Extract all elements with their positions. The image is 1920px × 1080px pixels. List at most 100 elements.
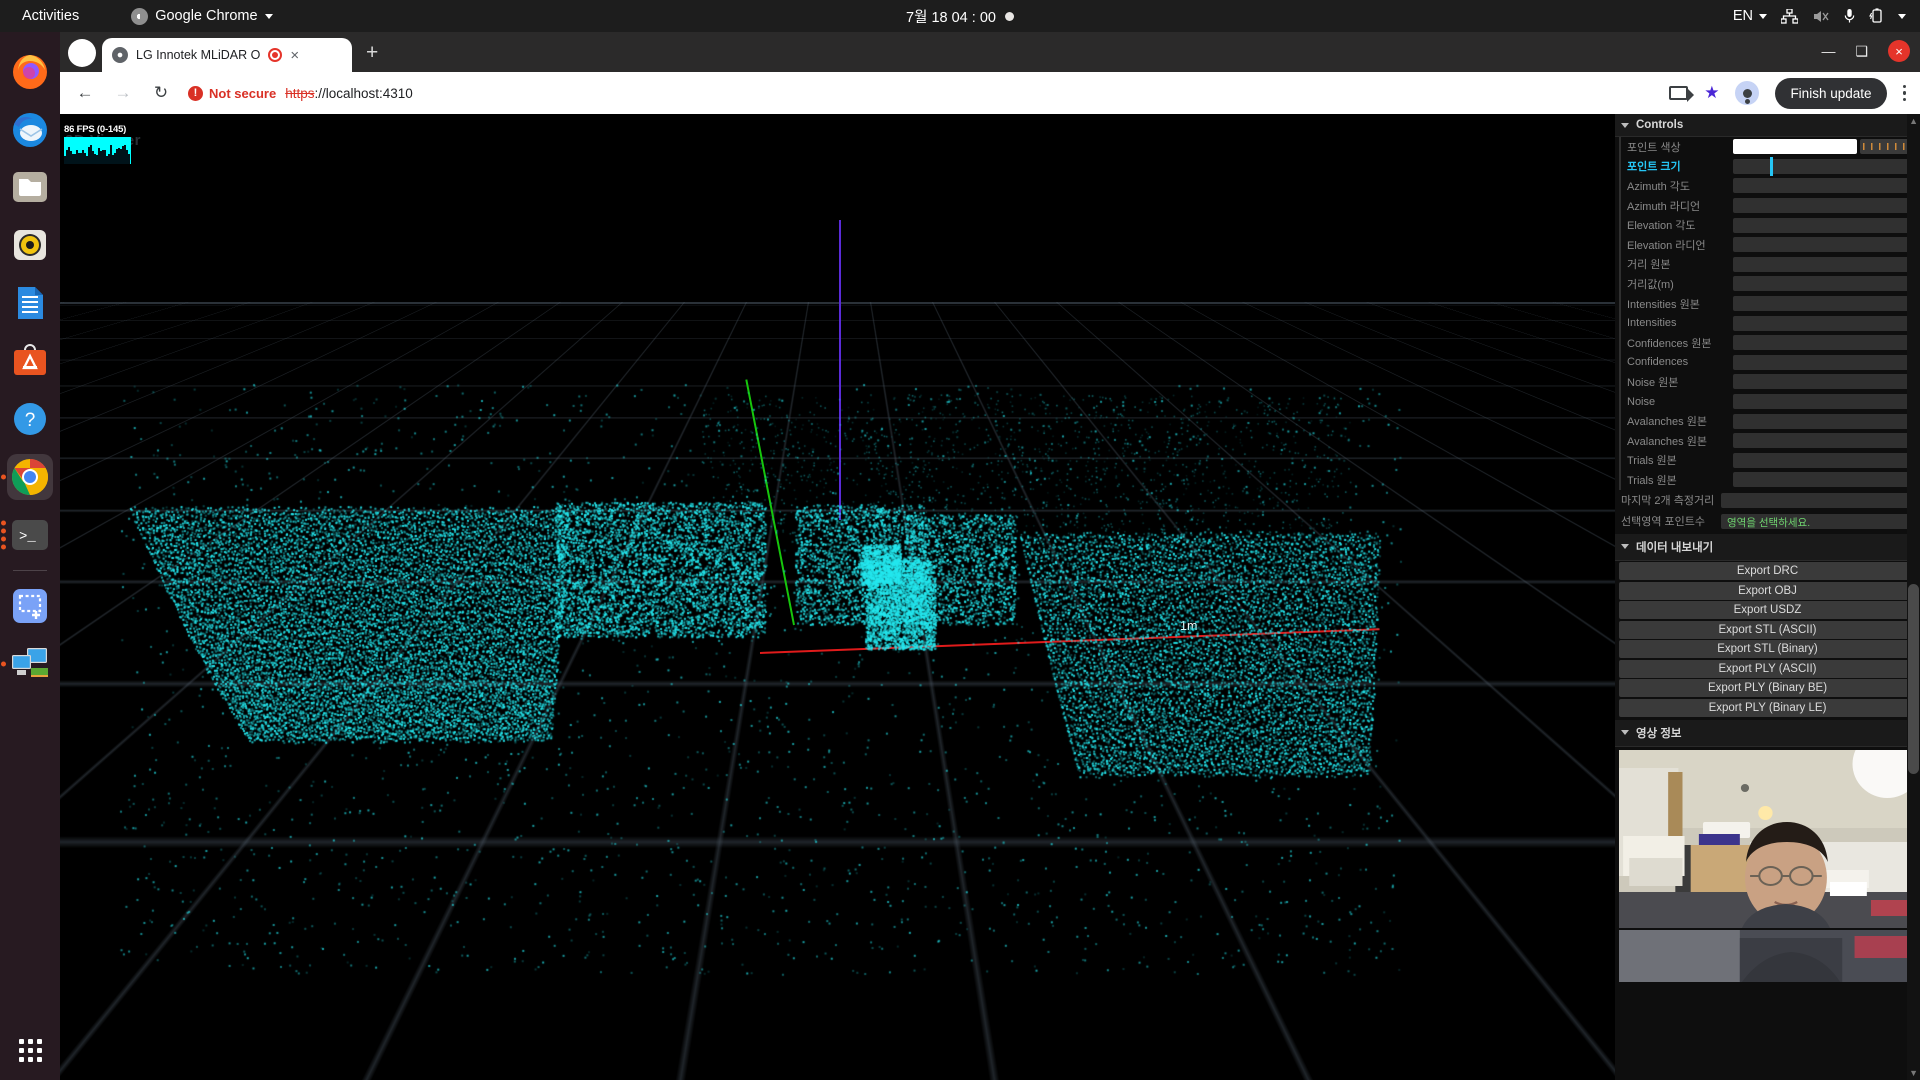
clock[interactable]: 7월 18 04 : 00 <box>906 6 1014 27</box>
dock-item-firefox[interactable] <box>7 48 53 94</box>
panel-scrollbar[interactable]: ▲ ▼ <box>1907 114 1920 1080</box>
control-row[interactable]: Intensities 원본 <box>1621 294 1920 314</box>
bookmark-star-icon[interactable]: ★ <box>1704 83 1719 103</box>
controls-section-header[interactable]: Controls <box>1615 114 1920 137</box>
control-row[interactable]: Elevation 라디언 <box>1621 235 1920 255</box>
dock-item-remote-display[interactable] <box>7 641 53 687</box>
not-secure-badge[interactable]: ! Not secure <box>188 86 276 101</box>
control-field[interactable] <box>1733 414 1910 429</box>
address-bar[interactable]: ! Not secure https://localhost:4310 <box>188 86 1653 101</box>
dock-item-screenshot[interactable] <box>7 583 53 629</box>
chrome-menu-button[interactable] <box>1903 85 1907 102</box>
dock-item-google-chrome[interactable] <box>7 454 53 500</box>
control-field[interactable] <box>1733 355 1910 370</box>
scrollbar-thumb[interactable] <box>1908 584 1919 774</box>
activities-button[interactable]: Activities <box>12 5 89 27</box>
scroll-up-icon[interactable]: ▲ <box>1909 116 1918 126</box>
new-tab-button[interactable]: + <box>366 41 378 65</box>
url-text: https://localhost:4310 <box>285 86 413 101</box>
back-button[interactable]: ← <box>74 83 96 103</box>
dock-item-files[interactable] <box>7 164 53 210</box>
control-row[interactable]: Azimuth 각도 <box>1621 176 1920 196</box>
control-row[interactable]: 거리값(m) <box>1621 274 1920 294</box>
chevron-down-icon[interactable] <box>1898 14 1906 19</box>
control-row[interactable]: Confidences 원본 <box>1621 333 1920 353</box>
export-button-export-usdz[interactable]: Export USDZ <box>1619 601 1916 619</box>
export-button-export-stl-binary[interactable]: Export STL (Binary) <box>1619 640 1916 658</box>
control-row[interactable]: Azimuth 라디언 <box>1621 196 1920 216</box>
dock-item-help[interactable]: ? <box>7 396 53 442</box>
summary-row: 마지막 2개 측정거리 <box>1615 490 1920 511</box>
window-controls: — ❑ × <box>1821 40 1910 62</box>
control-field[interactable] <box>1733 394 1910 409</box>
maximize-button[interactable]: ❑ <box>1855 43 1868 60</box>
video-section-header[interactable]: 영상 정보 <box>1615 720 1920 747</box>
slider-handle[interactable] <box>1770 157 1773 176</box>
finish-update-button[interactable]: Finish update <box>1775 78 1886 109</box>
clock-label: 7월 18 04 : 00 <box>906 6 996 27</box>
control-row[interactable]: 포인트 크기 0.027 <box>1621 157 1920 177</box>
control-row[interactable]: Noise <box>1621 392 1920 412</box>
favicon <box>112 47 128 63</box>
camera-preview[interactable] <box>1619 750 1916 982</box>
control-field[interactable] <box>1733 316 1910 331</box>
pointcloud-viewport[interactable]: 3D Viewer 86 FPS (0-145) 1m <box>60 114 1615 1080</box>
control-field[interactable] <box>1733 472 1910 487</box>
control-field[interactable] <box>1733 276 1910 291</box>
minimize-button[interactable]: — <box>1821 43 1835 59</box>
close-tab-icon[interactable]: × <box>290 47 299 64</box>
control-field[interactable] <box>1733 453 1910 468</box>
export-button-export-ply-binary-be[interactable]: Export PLY (Binary BE) <box>1619 679 1916 697</box>
show-applications-button[interactable] <box>19 1039 42 1062</box>
dock-item-libreoffice-writer[interactable] <box>7 280 53 326</box>
dock-item-rhythmbox[interactable] <box>7 222 53 268</box>
control-field[interactable] <box>1733 433 1910 448</box>
point-cloud-canvas[interactable] <box>60 114 1615 1080</box>
control-field[interactable] <box>1733 257 1910 272</box>
export-button-export-obj[interactable]: Export OBJ <box>1619 582 1916 600</box>
color-gradient-swatch[interactable] <box>1860 139 1910 154</box>
export-button-export-drc[interactable]: Export DRC <box>1619 562 1916 580</box>
control-field[interactable] <box>1733 374 1910 389</box>
tab-lidar-viewer[interactable]: LG Innotek MLiDAR O × <box>102 38 352 72</box>
control-field[interactable] <box>1733 296 1910 311</box>
control-row[interactable]: Trials 원본 <box>1621 451 1920 471</box>
export-button-export-ply-ascii[interactable]: Export PLY (ASCII) <box>1619 660 1916 678</box>
control-row[interactable]: Avalanches 원본 <box>1621 411 1920 431</box>
control-label: Avalanches 원본 <box>1627 433 1733 449</box>
close-window-button[interactable]: × <box>1888 40 1910 62</box>
export-section-header[interactable]: 데이터 내보내기 <box>1615 534 1920 561</box>
summary-list: 마지막 2개 측정거리 선택영역 포인트수 영역을 선택하세요. <box>1615 490 1920 532</box>
control-field[interactable] <box>1733 237 1910 252</box>
control-row[interactable]: Avalanches 원본 <box>1621 431 1920 451</box>
dock-item-thunderbird[interactable] <box>7 106 53 152</box>
forward-button[interactable]: → <box>112 83 134 103</box>
dock-item-ubuntu-software[interactable] <box>7 338 53 384</box>
control-row[interactable]: 거리 원본 <box>1621 255 1920 275</box>
keyboard-layout-indicator[interactable]: EN <box>1733 8 1767 24</box>
export-button-export-stl-ascii[interactable]: Export STL (ASCII) <box>1619 621 1916 639</box>
gnome-top-bar: Activities Google Chrome 7월 18 04 : 00 E… <box>0 0 1920 32</box>
profile-avatar[interactable] <box>1735 81 1759 105</box>
scroll-down-icon[interactable]: ▼ <box>1909 1068 1918 1078</box>
control-row[interactable]: Trials 원본 <box>1621 470 1920 490</box>
export-button-export-ply-binary-le[interactable]: Export PLY (Binary LE) <box>1619 699 1916 717</box>
reload-button[interactable]: ↻ <box>150 83 172 103</box>
control-row[interactable]: Noise 원본 <box>1621 372 1920 392</box>
tab-recording-icon[interactable] <box>268 48 282 62</box>
app-menu[interactable]: Google Chrome <box>131 8 272 25</box>
control-field[interactable] <box>1733 218 1910 233</box>
control-row[interactable]: 포인트 색상 <box>1621 137 1920 157</box>
dock-item-terminal[interactable]: >_ <box>7 512 53 558</box>
control-field[interactable] <box>1733 335 1910 350</box>
control-field[interactable] <box>1733 178 1910 193</box>
control-row[interactable]: Elevation 각도 <box>1621 215 1920 235</box>
control-field[interactable] <box>1733 139 1857 154</box>
control-field[interactable]: 0.027 <box>1733 159 1910 174</box>
control-field[interactable] <box>1733 198 1910 213</box>
screen-share-icon[interactable] <box>1669 86 1688 100</box>
control-row[interactable]: Confidences <box>1621 353 1920 373</box>
control-row[interactable]: Intensities <box>1621 313 1920 333</box>
ubuntu-dock: ? >_ <box>0 32 60 1080</box>
tab-search-button[interactable] <box>68 39 96 67</box>
